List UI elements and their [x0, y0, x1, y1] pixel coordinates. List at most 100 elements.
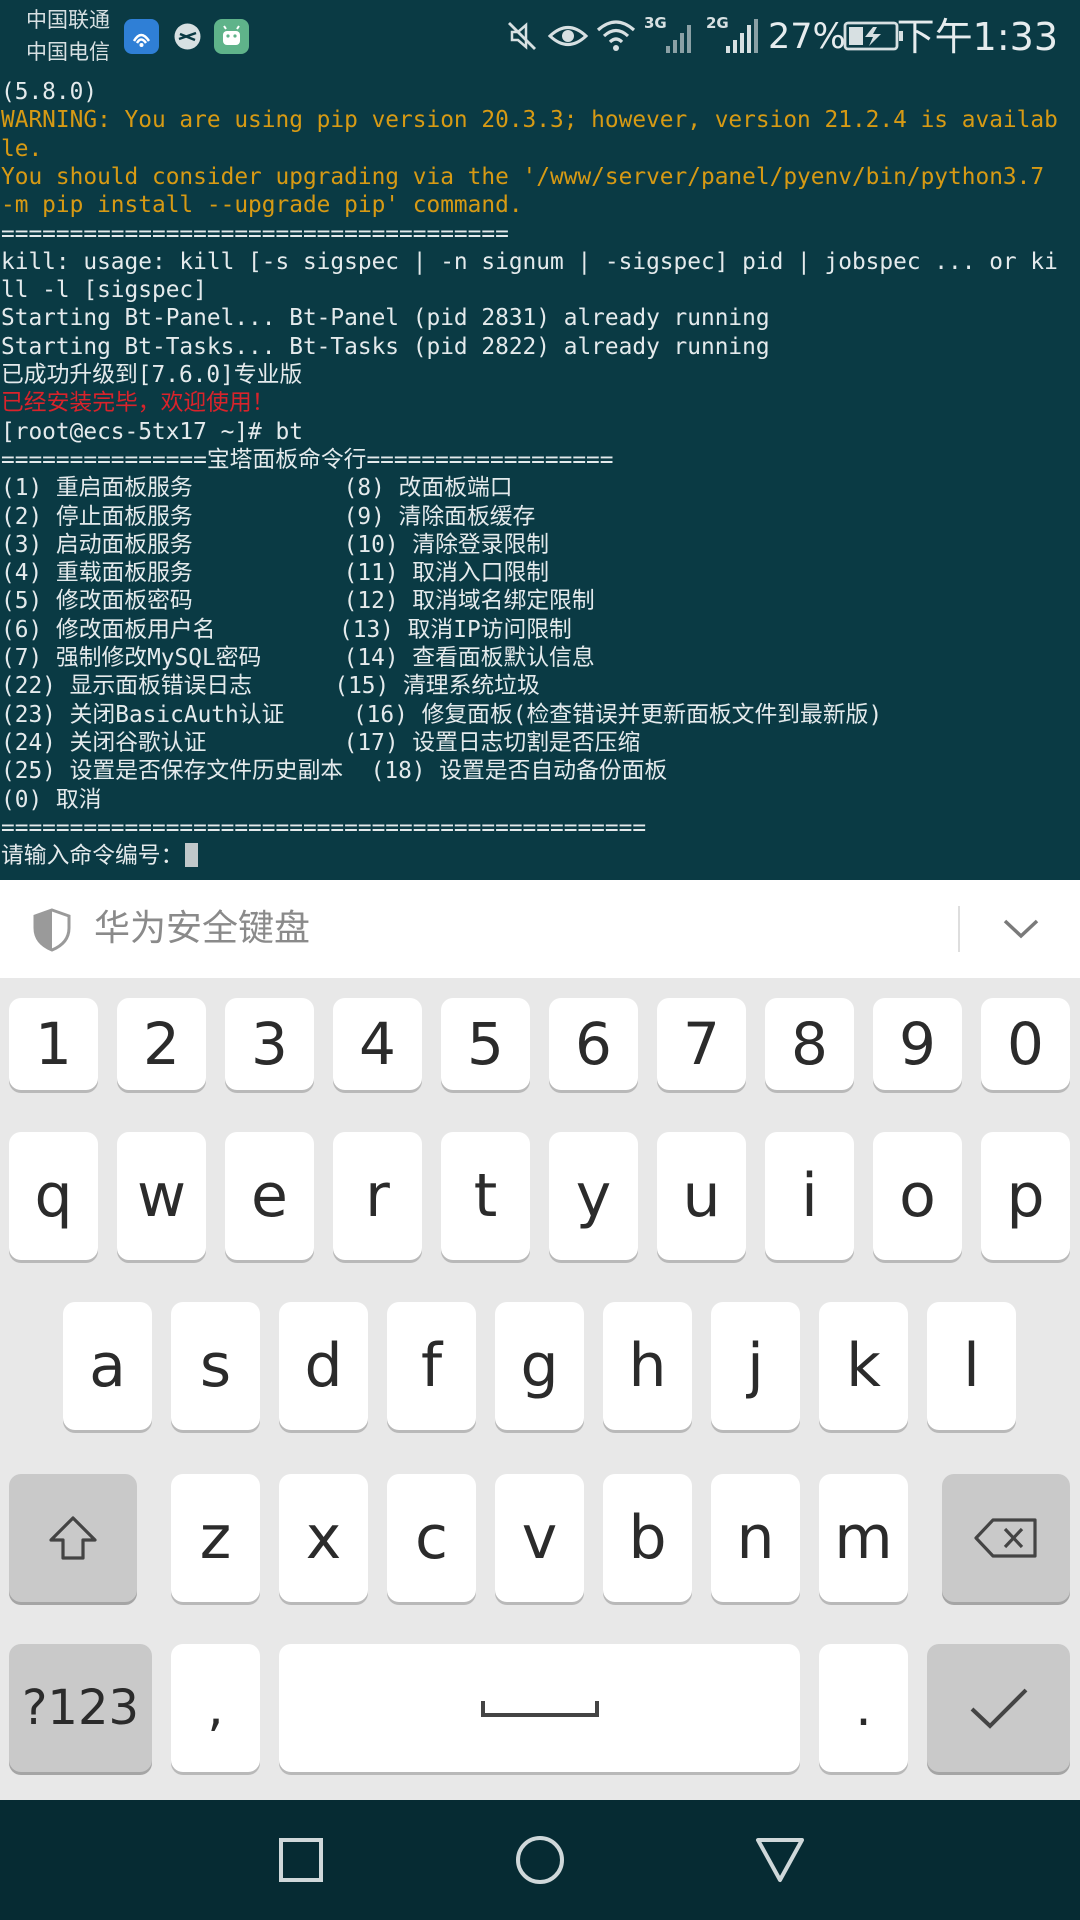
key-label: k	[846, 1331, 881, 1401]
terminal-line-text: 已经安装完毕，欢迎使用！	[1, 390, 275, 417]
terminal-line-text: 请输入命令编号：	[1, 843, 184, 870]
key-f[interactable]: f	[387, 1302, 476, 1430]
key-v[interactable]: v	[495, 1474, 584, 1602]
enter-key[interactable]	[927, 1644, 1070, 1772]
terminal-line-text: (1) 重启面板服务 (8) 改面板端口	[1, 475, 513, 502]
key-label: z	[199, 1503, 232, 1573]
terminal-line-text: (24) 关闭谷歌认证 (17) 设置日志切割是否压缩	[1, 729, 641, 756]
back-button[interactable]	[745, 1828, 815, 1892]
mute-icon	[502, 16, 542, 56]
key-g[interactable]: g	[495, 1302, 584, 1430]
terminal-line: kill: usage: kill [-s sigspec | -n signu…	[1, 248, 1080, 276]
key-5[interactable]: 5	[441, 998, 530, 1090]
key-j[interactable]: j	[711, 1302, 800, 1430]
key-4[interactable]: 4	[333, 998, 422, 1090]
terminal-line-text: (4) 重载面板服务 (11) 取消入口限制	[1, 560, 550, 587]
period-key[interactable]: .	[819, 1644, 908, 1772]
key-r[interactable]: r	[333, 1132, 422, 1260]
terminal-output[interactable]: (5.8.0) WARNING: You are using pip versio…	[0, 78, 1080, 880]
terminal-line: (6) 修改面板用户名 (13) 取消IP访问限制	[1, 616, 1080, 644]
key-0[interactable]: 0	[981, 998, 1070, 1090]
key-7[interactable]: 7	[657, 998, 746, 1090]
terminal-line-text: ll -l [sigspec]	[1, 277, 207, 304]
navigation-bar	[0, 1800, 1080, 1920]
key-label: b	[628, 1503, 667, 1573]
key-a[interactable]: a	[63, 1302, 152, 1430]
keyboard-collapse-button[interactable]	[996, 906, 1046, 952]
key-label: r	[365, 1161, 390, 1231]
signal-3g-icon: 3G	[644, 14, 700, 56]
key-z[interactable]: z	[171, 1474, 260, 1602]
key-x[interactable]: x	[279, 1474, 368, 1602]
terminal-line-text: -m pip install --upgrade pip' command.	[1, 192, 523, 219]
key-w[interactable]: w	[117, 1132, 206, 1260]
key-label: y	[575, 1161, 612, 1231]
key-l[interactable]: l	[927, 1302, 1016, 1430]
terminal-line: (7) 强制修改MySQL密码 (14) 查看面板默认信息	[1, 644, 1080, 672]
key-label: 3	[251, 1010, 288, 1078]
terminal-line: (3) 启动面板服务 (10) 清除登录限制	[1, 531, 1080, 559]
key-label: 1	[35, 1010, 72, 1078]
recent-apps-button[interactable]	[266, 1828, 336, 1892]
clock: 下午1:33	[896, 15, 1058, 59]
comma-key-label: ,	[207, 1678, 224, 1738]
key-label: 7	[683, 1010, 720, 1078]
key-label: u	[682, 1161, 721, 1231]
key-label: s	[199, 1331, 232, 1401]
key-s[interactable]: s	[171, 1302, 260, 1430]
comma-key[interactable]: ,	[171, 1644, 260, 1772]
key-h[interactable]: h	[603, 1302, 692, 1430]
keyboard-header: 华为安全键盘	[0, 880, 1080, 979]
home-button[interactable]	[505, 1828, 575, 1892]
terminal-line: ===============宝塔面板命令行==================	[1, 446, 1080, 474]
terminal-line-text: (2) 停止面板服务 (9) 清除面板缓存	[1, 503, 536, 530]
terminal-line: (5.8.0)	[1, 78, 1080, 106]
terminal-line: (5) 修改面板密码 (12) 取消域名绑定限制	[1, 587, 1080, 615]
key-1[interactable]: 1	[9, 998, 98, 1090]
triangle-back-icon	[756, 1838, 804, 1882]
key-n[interactable]: n	[711, 1474, 800, 1602]
terminal-line-text: Starting Bt-Tasks... Bt-Tasks (pid 2822)…	[1, 333, 770, 360]
symbols-key[interactable]: ?123	[9, 1644, 152, 1772]
terminal-line: -m pip install --upgrade pip' command.	[1, 191, 1080, 219]
backspace-key[interactable]	[942, 1474, 1070, 1602]
key-label: 4	[359, 1010, 396, 1078]
terminal-line-text: (6) 修改面板用户名 (13) 取消IP访问限制	[1, 616, 572, 643]
key-3[interactable]: 3	[225, 998, 314, 1090]
backspace-icon	[974, 1518, 1037, 1558]
key-o[interactable]: o	[873, 1132, 962, 1260]
net-2g-label: 2G	[706, 14, 729, 32]
key-t[interactable]: t	[441, 1132, 530, 1260]
period-key-label: .	[855, 1678, 872, 1738]
terminal-line-text: (3) 启动面板服务 (10) 清除登录限制	[1, 531, 550, 558]
key-d[interactable]: d	[279, 1302, 368, 1430]
key-e[interactable]: e	[225, 1132, 314, 1260]
key-k[interactable]: k	[819, 1302, 908, 1430]
carrier-2-label: 中国电信	[26, 40, 110, 64]
key-m[interactable]: m	[819, 1474, 908, 1602]
key-label: t	[473, 1161, 498, 1231]
key-q[interactable]: q	[9, 1132, 98, 1260]
key-i[interactable]: i	[765, 1132, 854, 1260]
key-y[interactable]: y	[549, 1132, 638, 1260]
key-2[interactable]: 2	[117, 998, 206, 1090]
key-u[interactable]: u	[657, 1132, 746, 1260]
key-label: h	[628, 1331, 667, 1401]
shift-key[interactable]	[9, 1474, 137, 1602]
key-label: 5	[467, 1010, 504, 1078]
terminal-line-text: (0) 取消	[1, 786, 102, 813]
key-c[interactable]: c	[387, 1474, 476, 1602]
key-8[interactable]: 8	[765, 998, 854, 1090]
key-6[interactable]: 6	[549, 998, 638, 1090]
key-p[interactable]: p	[981, 1132, 1070, 1260]
eye-comfort-icon	[546, 16, 590, 56]
terminal-line-text: (7) 强制修改MySQL密码 (14) 查看面板默认信息	[1, 645, 595, 671]
terminal-line: (2) 停止面板服务 (9) 清除面板缓存	[1, 503, 1080, 531]
space-key[interactable]	[279, 1644, 800, 1772]
terminal-line: (4) 重载面板服务 (11) 取消入口限制	[1, 559, 1080, 587]
terminal-cursor	[185, 843, 199, 868]
terminal-line-text: You should consider upgrading via the '/…	[1, 163, 1045, 190]
key-9[interactable]: 9	[873, 998, 962, 1090]
wifi-hotspot-app-icon	[124, 19, 159, 54]
key-b[interactable]: b	[603, 1474, 692, 1602]
